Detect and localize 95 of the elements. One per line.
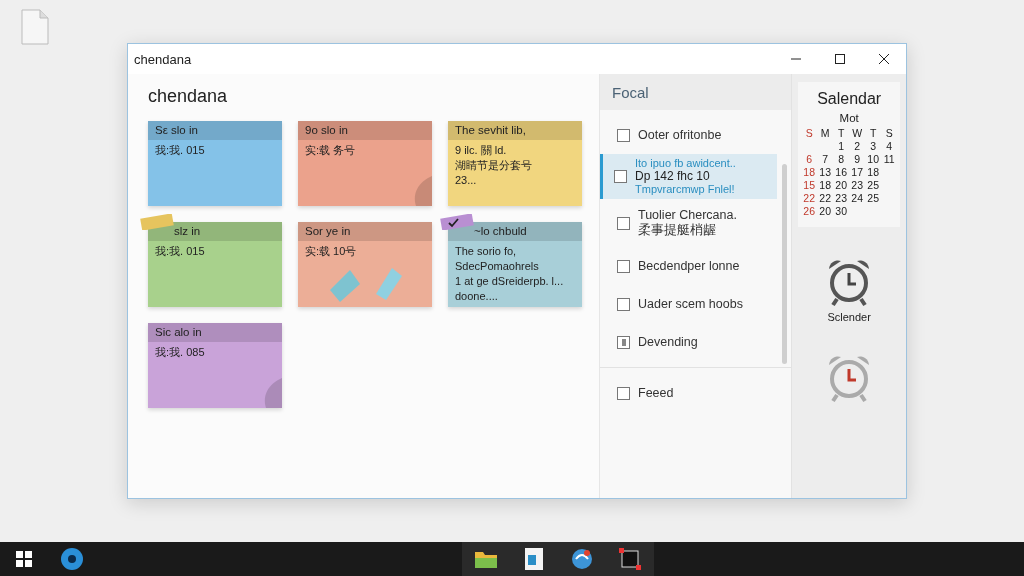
note-title: 9o slo in	[298, 121, 432, 140]
weekday-label: T	[868, 127, 878, 139]
sticky-note[interactable]: ~lo chbuld The sorio fo, SdecPomaohrels 1 at ge dSreiderpb. l... doone....	[448, 222, 582, 307]
calendar-day[interactable]: 15	[801, 179, 818, 191]
sticky-note[interactable]: Sic alo in 我:我. 085	[148, 323, 282, 408]
calendar-day[interactable]: 26	[801, 205, 818, 217]
calendar-day[interactable]: 22	[801, 192, 818, 204]
calendar-day[interactable]: 10	[865, 153, 882, 165]
task-item[interactable]: Ooter ofritonbe	[600, 116, 778, 154]
maximize-icon	[834, 53, 846, 65]
task-text: Devending	[638, 334, 698, 350]
sticky-note[interactable]: 9o slo in 实:载 务号	[298, 121, 432, 206]
sticky-note[interactable]: The sevhit lib, 9 ilc. 關 ld. 湖睛节是分套号 23...	[448, 121, 582, 206]
task-text: Dp 142 fhc 10	[635, 170, 711, 183]
notes-heading: chendana	[148, 86, 229, 107]
calendar-day[interactable]: 2	[849, 140, 866, 152]
note-text: 9 ilc. 關 ld.	[454, 143, 508, 158]
checkbox[interactable]	[617, 297, 630, 311]
note-text: 实:载 务号	[304, 143, 357, 158]
task-text: Feeed	[638, 385, 674, 401]
calendar-day[interactable]: 11	[881, 153, 898, 165]
note-text: 我:我. 015	[154, 143, 206, 158]
sticky-note[interactable]: Sε slo in 我:我. 015	[148, 121, 282, 206]
calendar-day[interactable]: 7	[817, 153, 834, 165]
note-title: Sic alo in	[148, 323, 282, 342]
note-title: slz in	[148, 222, 282, 241]
checkbox[interactable]	[617, 216, 630, 230]
note-text: 我:我. 085	[154, 345, 206, 360]
calendar-day[interactable]: 16	[833, 166, 850, 178]
scrollbar[interactable]	[782, 164, 788, 364]
checkbox[interactable]	[617, 128, 630, 142]
calendar-day[interactable]: 30	[833, 205, 850, 217]
calendar-day[interactable]: 22	[817, 192, 834, 204]
task-text: Tmpvrarcmwp Fnlel!	[635, 183, 736, 196]
note-text: 湖睛节是分套号	[454, 158, 533, 173]
calendar-day[interactable]: 25	[865, 192, 882, 204]
task-item[interactable]: Tuolier Chercana. 柔事提艇梢龌	[600, 199, 778, 247]
task-text: Ooter ofritonbe	[638, 127, 722, 143]
window-title: chendana	[134, 51, 193, 67]
note-title: Sor ye in	[298, 222, 432, 241]
checkbox[interactable]	[617, 386, 630, 400]
note-text: 23...	[454, 173, 478, 188]
weekday-label: M	[819, 127, 831, 139]
task-text: Tuolier Chercana.	[638, 208, 737, 223]
calendar-day[interactable]: 23	[833, 192, 850, 204]
note-text: 1 at ge dSreiderpb. l...	[454, 274, 565, 289]
task-item[interactable]: Uader scem hoobs	[600, 285, 778, 323]
calendar-day[interactable]: 18	[817, 179, 834, 191]
calendar-day[interactable]: 6	[801, 153, 818, 165]
task-text: Uader scem hoobs	[638, 296, 743, 312]
calendar-day[interactable]: 17	[849, 166, 866, 178]
weekday-label: W	[851, 127, 864, 139]
checkbox[interactable]	[617, 259, 630, 273]
note-title: The sevhit lib,	[448, 121, 582, 140]
focal-header: Focal	[600, 74, 792, 110]
alarm-label: Sclender	[827, 311, 871, 323]
calendar-day[interactable]: 1	[833, 140, 850, 152]
calendar-title: Salendar	[817, 90, 882, 108]
note-title: ~lo chbuld	[448, 222, 582, 241]
check-tape-icon	[440, 214, 474, 230]
calendar-day[interactable]: 9	[849, 153, 866, 165]
note-text: 我:我. 015	[154, 244, 206, 259]
sticky-note[interactable]: slz in 我:我. 015	[148, 222, 282, 307]
task-text: Becdendper lonne	[638, 258, 740, 274]
calendar-day[interactable]: 18	[865, 166, 882, 178]
task-text: Ito ipuo fb awidcent..	[635, 157, 736, 170]
note-text: SdecPomaohrels	[454, 259, 540, 274]
tape-strip	[140, 214, 174, 230]
checkbox[interactable]	[614, 170, 627, 183]
task-item[interactable]: Devending	[600, 323, 778, 361]
calendar-day[interactable]: 13	[817, 166, 834, 178]
note-text: 实:载 10号	[304, 244, 358, 259]
calendar-day[interactable]: 3	[865, 140, 882, 152]
calendar-day[interactable]: 20	[833, 179, 850, 191]
weekday-label: T	[836, 127, 846, 139]
task-item[interactable]: Becdendper lonne	[600, 247, 778, 285]
calendar-day[interactable]: 23	[849, 179, 866, 191]
calendar-day[interactable]: 24	[849, 192, 866, 204]
calendar-day[interactable]: 20	[817, 205, 834, 217]
note-title: Sε slo in	[148, 121, 282, 140]
weekday-label: S	[884, 127, 894, 139]
sticky-note[interactable]: Sor ye in 实:载 10号	[298, 222, 432, 307]
weekday-label: S	[804, 127, 814, 139]
month-label: Mot	[839, 112, 859, 124]
task-item[interactable]: Ito ipuo fb awidcent.. Dp 142 fhc 10 Tmpvrarcmwp Fnlel!	[600, 154, 778, 199]
calendar-day[interactable]: 4	[881, 140, 898, 152]
calendar-day[interactable]: 8	[833, 153, 850, 165]
note-text: doone....	[454, 289, 499, 304]
calendar-day[interactable]: 18	[801, 166, 818, 178]
task-item[interactable]: Feeed	[600, 374, 778, 412]
calendar-day[interactable]: 25	[865, 179, 882, 191]
close-icon	[878, 53, 890, 65]
task-text: 柔事提艇梢龌	[638, 223, 717, 238]
checkbox[interactable]	[617, 335, 630, 349]
note-text: The sorio fo,	[454, 244, 518, 259]
